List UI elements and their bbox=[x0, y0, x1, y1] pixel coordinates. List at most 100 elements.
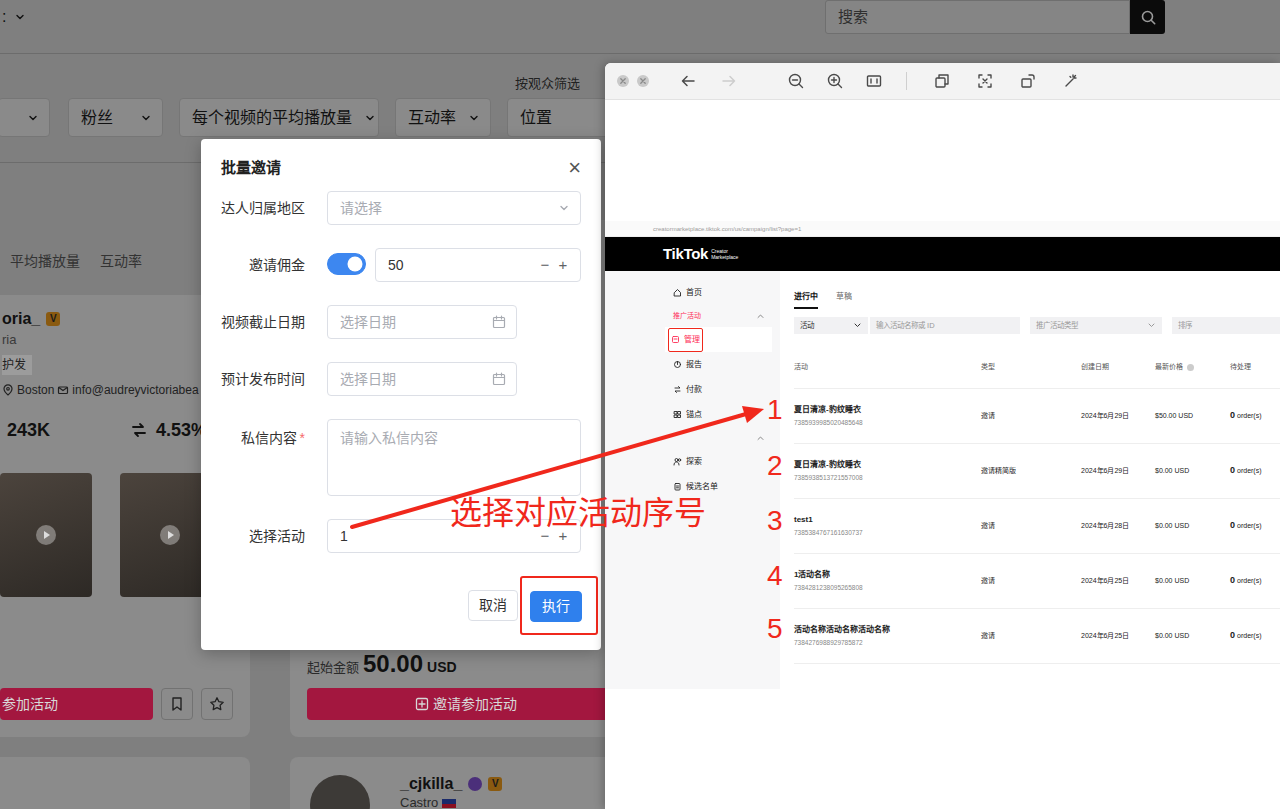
execute-button[interactable]: 执行 bbox=[530, 591, 582, 622]
actual-size-icon[interactable] bbox=[866, 73, 882, 89]
filter-dropdown[interactable]: 每个视频的平均播放量 bbox=[179, 98, 379, 137]
item-highlight: 探索 bbox=[673, 456, 702, 468]
creator-name[interactable]: oria_ bbox=[2, 309, 40, 329]
top-bar: : bbox=[0, 0, 1280, 54]
field-label: 达人归属地区 bbox=[221, 198, 305, 219]
message-input[interactable] bbox=[327, 419, 581, 496]
chevron-down-icon bbox=[853, 321, 862, 330]
column-header: 最新价格 bbox=[1155, 362, 1230, 373]
bookmark-button[interactable] bbox=[161, 688, 193, 720]
field-label-text: 达人归属地区 bbox=[221, 200, 305, 216]
form-row: 预计发布时间 bbox=[221, 362, 581, 396]
cancel-button[interactable]: 取消 bbox=[468, 590, 518, 621]
search-button[interactable] bbox=[1130, 0, 1165, 34]
filter-dropdown[interactable] bbox=[0, 98, 50, 137]
viewer-canvas: creatormarketplace.tiktok.com/us/campaig… bbox=[605, 100, 1280, 689]
close-window-icon[interactable] bbox=[616, 74, 630, 88]
sidebar-label: 候选名单 bbox=[686, 481, 718, 493]
creator-name[interactable]: _cjkilla_ bbox=[400, 774, 462, 794]
campaign-type-select[interactable]: 推广活动类型 bbox=[1030, 317, 1162, 334]
window-controls bbox=[616, 74, 650, 88]
invite-button[interactable]: 邀请参加活动 bbox=[307, 688, 625, 720]
chevron-down-icon bbox=[364, 112, 376, 124]
sort-tab[interactable]: 平均播放量 bbox=[10, 251, 80, 271]
filter-caption bbox=[179, 74, 379, 98]
chevron-up-icon bbox=[756, 434, 765, 443]
campaign-cell: 夏日清凉-豹纹睡衣7385939985020485648 bbox=[794, 404, 981, 428]
copy-icon[interactable] bbox=[934, 73, 950, 89]
video-thumbnail[interactable] bbox=[0, 473, 92, 597]
sidebar-label: 锚点 bbox=[686, 409, 702, 421]
status-tab[interactable]: 进行中 bbox=[794, 291, 818, 309]
play-icon bbox=[159, 524, 181, 546]
sidebar-item[interactable]: 报告 bbox=[665, 352, 772, 377]
decrement-button[interactable]: − bbox=[536, 254, 554, 277]
creator-email[interactable]: info@audreyvictoriabea bbox=[72, 381, 198, 399]
created-date: 2024年6月25日 bbox=[1081, 576, 1155, 587]
filter-dropdown[interactable]: 互动率 bbox=[395, 98, 491, 137]
date-picker[interactable] bbox=[327, 305, 517, 339]
table-row[interactable]: 夏日清凉-豹纹睡衣7385939985020485648邀请2024年6月29日… bbox=[794, 389, 1280, 444]
campaign-name[interactable]: 活动名称活动名称活动名称 bbox=[794, 624, 981, 635]
minimize-window-icon[interactable] bbox=[636, 74, 650, 88]
highlight-box: 取消 bbox=[468, 590, 518, 621]
sort-select[interactable]: 排序 bbox=[1172, 317, 1280, 334]
sidebar-item[interactable]: 管理 bbox=[665, 327, 772, 352]
sidebar-item[interactable]: 候选名单 bbox=[665, 474, 772, 499]
select-input[interactable] bbox=[328, 198, 558, 219]
navigation bbox=[680, 73, 737, 89]
sidebar-label: 付款 bbox=[686, 384, 702, 396]
invite-button[interactable]: 参加活动 bbox=[0, 688, 153, 720]
table-row[interactable]: 1活动名称7384281238095265808邀请2024年6月25日$0.0… bbox=[794, 554, 1280, 609]
campaign-cell: 1活动名称7384281238095265808 bbox=[794, 569, 981, 593]
pending-unit: order(s) bbox=[1237, 632, 1262, 639]
zoom-out-icon[interactable] bbox=[788, 73, 804, 89]
scan-icon[interactable] bbox=[977, 73, 993, 89]
sort-tab[interactable]: 互动率 bbox=[100, 251, 142, 271]
pending-cell: 0order(s) bbox=[1230, 464, 1280, 478]
column-header: 类型 bbox=[981, 362, 1081, 373]
campaign-search[interactable]: 输入活动名称或 ID bbox=[870, 317, 1020, 334]
campaign-cell: 活动名称活动名称活动名称7384276988929785872 bbox=[794, 624, 981, 648]
sidebar-section[interactable] bbox=[665, 427, 772, 449]
back-arrow-icon[interactable] bbox=[680, 73, 696, 89]
campaign-name[interactable]: 1活动名称 bbox=[794, 569, 981, 580]
close-button[interactable]: × bbox=[560, 158, 581, 178]
chevron-down-icon bbox=[468, 112, 480, 124]
date-input[interactable] bbox=[328, 369, 492, 390]
campaign-type: 邀请 bbox=[981, 411, 1081, 422]
sidebar-item[interactable]: 锚点 bbox=[665, 402, 772, 427]
forward-arrow-icon[interactable] bbox=[721, 73, 737, 89]
status-tab[interactable]: 草稿 bbox=[836, 291, 852, 309]
number-value[interactable] bbox=[376, 255, 536, 276]
date-picker[interactable] bbox=[327, 362, 517, 396]
table-row[interactable]: 活动名称活动名称活动名称7384276988929785872邀请2024年6月… bbox=[794, 609, 1280, 664]
sidebar-item[interactable]: 付款 bbox=[665, 377, 772, 402]
rotate-icon[interactable] bbox=[1020, 73, 1036, 89]
sort-select[interactable]: : bbox=[0, 0, 26, 34]
sidebar-item[interactable]: 首页 bbox=[665, 280, 772, 305]
campaign-name[interactable]: test1 bbox=[794, 514, 981, 525]
search-input[interactable] bbox=[825, 0, 1130, 34]
increment-button[interactable]: + bbox=[554, 254, 572, 277]
filter-dropdown[interactable]: 粉丝 bbox=[68, 98, 163, 137]
sidebar-label: 探索 bbox=[686, 456, 702, 468]
date-input[interactable] bbox=[328, 312, 492, 333]
campaign-name[interactable]: 夏日清凉-豹纹睡衣 bbox=[794, 404, 981, 415]
sidebar-section[interactable]: 推广活动 bbox=[665, 305, 772, 327]
creator-avatar[interactable] bbox=[310, 775, 370, 809]
field-label: 选择活动 bbox=[221, 526, 305, 547]
sidebar-item[interactable]: 探索 bbox=[665, 449, 772, 474]
region-select[interactable] bbox=[327, 191, 581, 225]
magic-wand-icon[interactable] bbox=[1063, 73, 1079, 89]
campaign-name[interactable]: 夏日清凉-豹纹睡衣 bbox=[794, 459, 981, 470]
commission-switch[interactable] bbox=[327, 253, 366, 275]
screen: :粉丝每个视频的平均播放量互动率按观众筛选位置平均播放量互动率oria_Vria… bbox=[0, 0, 1280, 809]
table-row[interactable]: test17385384767161630737邀请2024年6月28日$0.0… bbox=[794, 499, 1280, 554]
zoom-in-icon[interactable] bbox=[827, 73, 843, 89]
favorite-button[interactable] bbox=[201, 688, 233, 720]
field-label-text: 私信内容 bbox=[241, 430, 297, 446]
table-row[interactable]: 夏日清凉-豹纹睡衣7385938513721557008邀请精简版2024年6月… bbox=[794, 444, 1280, 499]
pending-count: 0 bbox=[1230, 575, 1235, 585]
campaign-field-select[interactable]: 活动 bbox=[794, 317, 868, 334]
